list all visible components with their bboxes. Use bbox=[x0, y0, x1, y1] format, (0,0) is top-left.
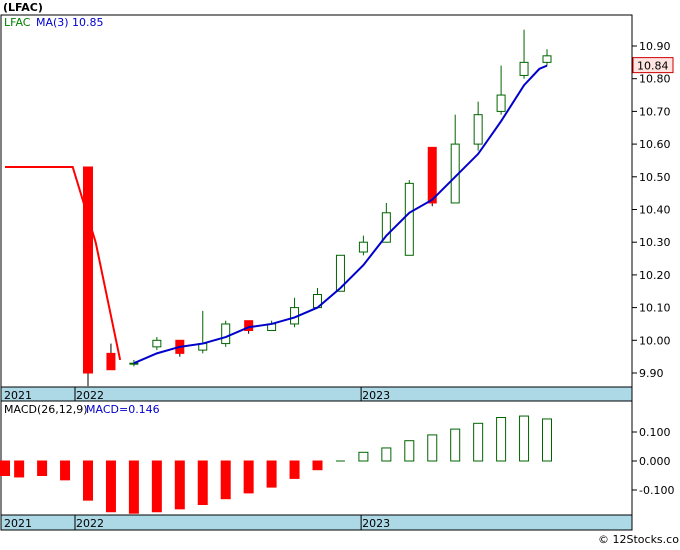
price-tick-label: 10.40 bbox=[639, 204, 671, 217]
price-tick-label: 10.50 bbox=[639, 171, 671, 184]
macd-bar-positive bbox=[496, 417, 507, 462]
macd-bar-positive bbox=[427, 434, 438, 462]
macd-bar-positive bbox=[358, 451, 369, 462]
price-tick-label: 10.00 bbox=[639, 334, 671, 347]
macd-bar-negative bbox=[0, 460, 10, 476]
price-tick-label: 10.30 bbox=[639, 236, 671, 249]
macd-bar-positive bbox=[381, 447, 392, 462]
macd-bar-negative bbox=[60, 460, 71, 481]
macd-bar-negative bbox=[174, 460, 185, 510]
candle-up bbox=[542, 55, 552, 63]
macd-bar-negative bbox=[289, 460, 300, 479]
price-tick-label: 10.10 bbox=[639, 302, 671, 315]
macd-bar-negative bbox=[14, 460, 25, 478]
candle-up bbox=[129, 362, 139, 365]
macd-bar-negative bbox=[312, 460, 323, 471]
legend-symbol: LFAC bbox=[4, 16, 31, 29]
price-time-label: 2023 bbox=[362, 389, 390, 402]
macd-bar-negative bbox=[197, 460, 208, 505]
candle-up bbox=[358, 241, 368, 253]
last-price-label: 10.84 bbox=[637, 60, 669, 73]
price-tick-label: 10.20 bbox=[639, 269, 671, 282]
macd-bar-negative bbox=[151, 460, 162, 513]
macd-bar-positive bbox=[450, 428, 461, 462]
macd-bar-positive bbox=[519, 415, 530, 462]
macd-bar-positive bbox=[404, 440, 415, 462]
candle-up bbox=[152, 339, 162, 348]
legend-ma-value: 10.85 bbox=[72, 16, 104, 29]
chart-title: (LFAC) bbox=[3, 1, 43, 14]
legend-macd-params: MACD(26,12,9) bbox=[4, 403, 88, 416]
legend-ma-label: MA(3) bbox=[36, 16, 69, 29]
candle-up bbox=[473, 114, 483, 145]
macd-bar-negative bbox=[0, 460, 2, 476]
watermark: © 12Stocks.com bbox=[598, 533, 680, 546]
price-time-label: 2021 bbox=[4, 389, 32, 402]
macd-bar-positive bbox=[473, 422, 484, 462]
candle-up bbox=[404, 182, 414, 256]
macd-bar-positive bbox=[542, 418, 552, 462]
price-tick-label: 10.60 bbox=[639, 138, 671, 151]
price-tick-label: 10.90 bbox=[639, 40, 671, 53]
macd-time-label: 2021 bbox=[4, 517, 32, 530]
macd-bar-negative bbox=[105, 460, 116, 513]
chart-svg: 2021 2021 2022 2022 2023 2023 9.90 10.00 10.10 10… bbox=[0, 1, 680, 546]
macd-tick-label: -0.100 bbox=[639, 484, 674, 497]
candle-up bbox=[496, 94, 506, 112]
stock-chart: 2021 2021 2022 2022 2023 2023 9.90 10.00 10.10 10… bbox=[0, 0, 680, 546]
candle-down bbox=[427, 146, 437, 204]
price-time-label: 2022 bbox=[76, 389, 104, 402]
candle-down bbox=[106, 352, 116, 371]
price-tick-label: 10.70 bbox=[639, 105, 671, 118]
macd-bar-negative bbox=[243, 460, 254, 494]
macd-bar-negative bbox=[128, 460, 139, 514]
candle-up bbox=[221, 323, 231, 345]
macd-time-label: 2022 bbox=[76, 517, 104, 530]
macd-tick-label: 0.100 bbox=[639, 426, 671, 439]
candle-down bbox=[83, 166, 93, 374]
candle-up bbox=[519, 61, 529, 76]
price-tick-label: 9.90 bbox=[639, 367, 664, 380]
macd-time-label: 2023 bbox=[362, 517, 390, 530]
macd-bar-negative bbox=[266, 460, 277, 488]
price-tick-label: 10.80 bbox=[639, 73, 671, 86]
legend-macd-value: MACD=0.146 bbox=[86, 403, 160, 416]
chart-frame bbox=[0, 14, 633, 531]
macd-bar-negative bbox=[37, 460, 48, 476]
macd-bar-negative bbox=[220, 460, 231, 500]
macd-bar-negative bbox=[83, 460, 93, 501]
macd-tick-label: 0.000 bbox=[639, 455, 671, 468]
